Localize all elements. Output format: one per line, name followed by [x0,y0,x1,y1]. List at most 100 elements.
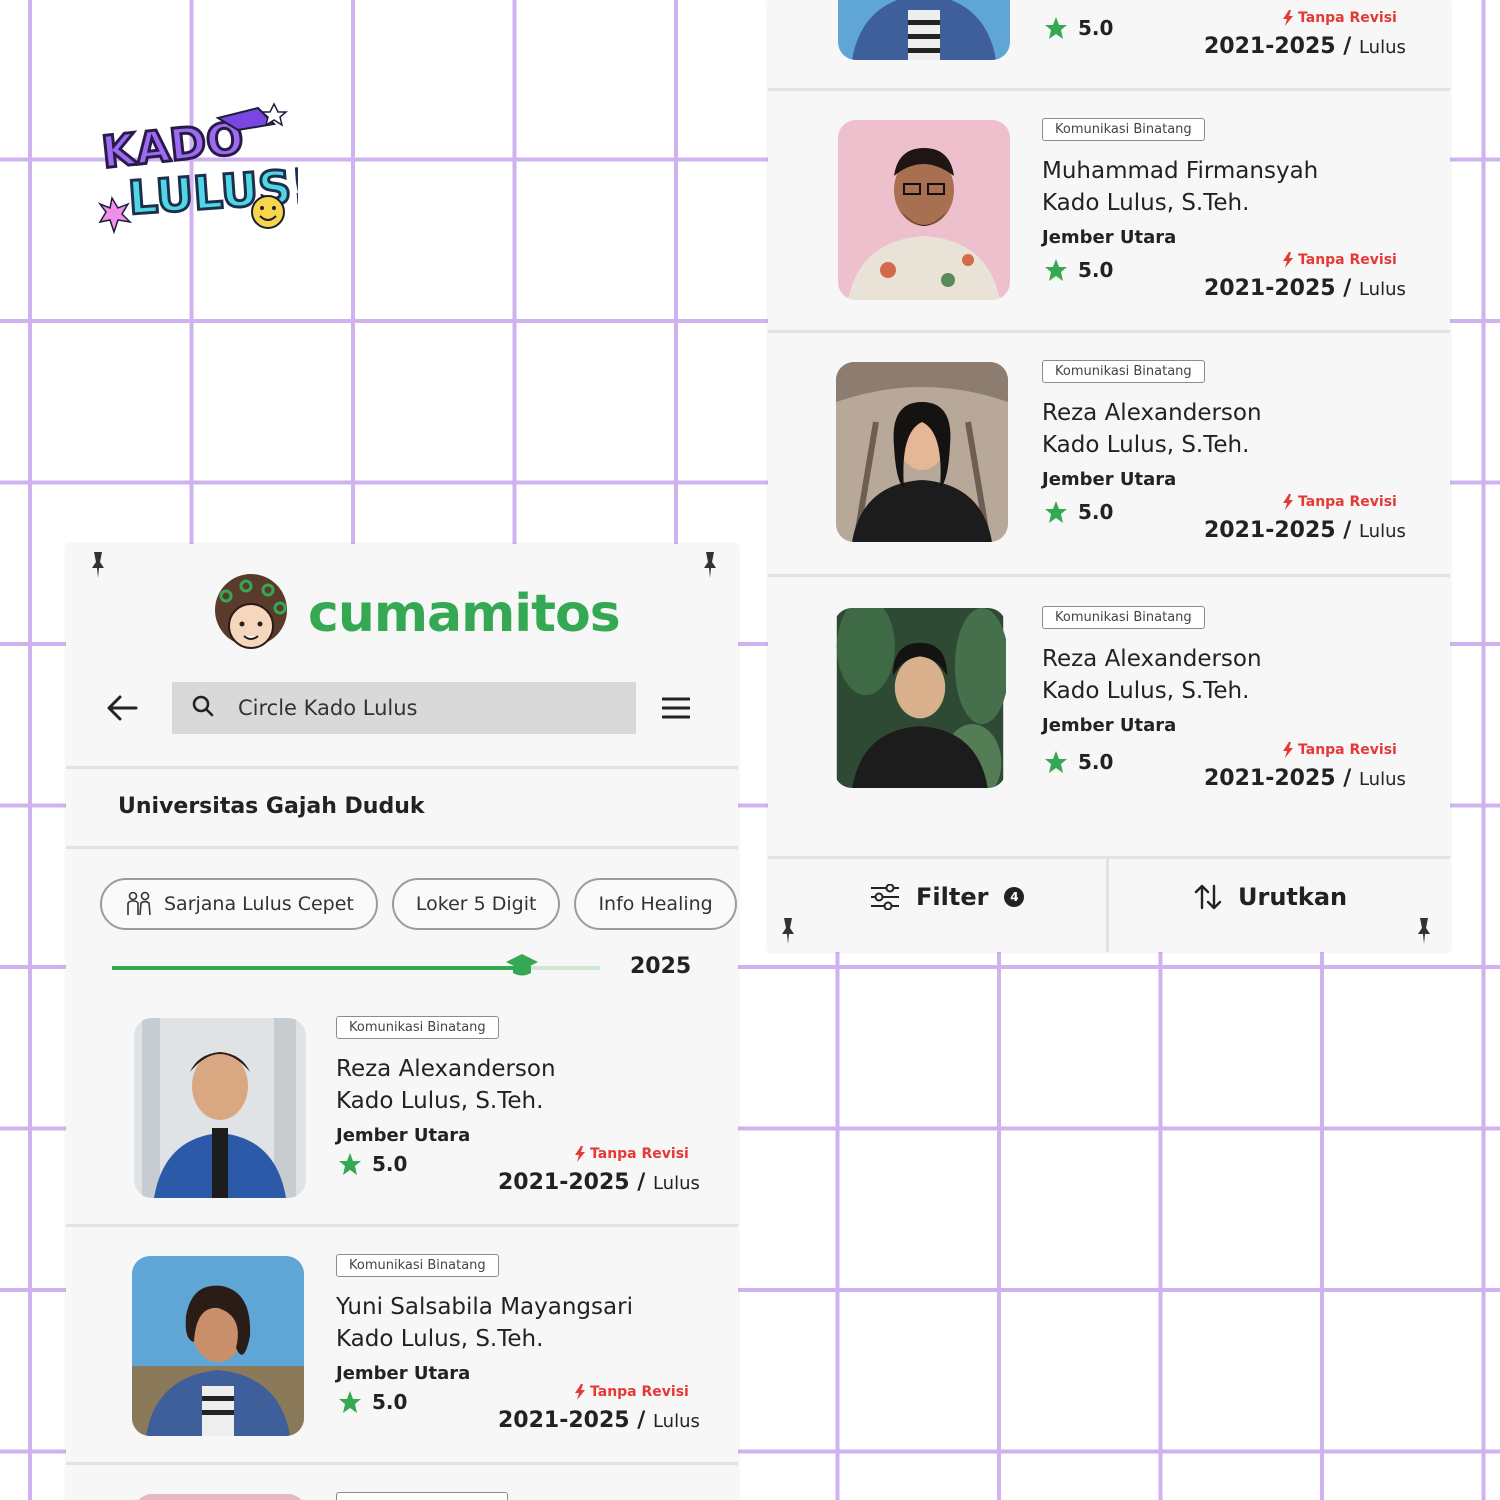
years-range: 2021-2025 [498,1170,630,1195]
graduate-photo [838,120,1010,300]
divider [66,1224,738,1227]
graduation-status: Lulus [1358,769,1406,790]
graduate-name: Muhammad Firmansyah Kado Lulus, S.Teh. [1042,158,1319,216]
arrow-left-icon[interactable] [106,688,156,728]
search-input[interactable]: Circle Kado Lulus [172,682,636,734]
study-years: 2021-2025 / Lulus [1204,34,1406,59]
graduate-location: Jember Utara [1042,715,1177,736]
university-title: Universitas Gajah Duduk [118,794,425,819]
graduate-card[interactable]: 5.0 Tanpa Revisi 2021-2025 / Lulus [768,0,1450,90]
rating-value: 5.0 [1078,500,1114,524]
graduate-card[interactable]: Komunikasi Binatang Muhammad Firmansyah K… [768,104,1450,344]
star-icon [339,1153,361,1175]
major-tag: Komunikasi Binatang [1042,118,1205,141]
graduation-status: Lulus [652,1411,700,1432]
rating: 5.0 [338,1152,407,1176]
revision-status: Tanpa Revisi [1282,494,1397,510]
study-years: 2021-2025 / Lulus [1204,276,1406,301]
lightning-icon [575,1384,585,1400]
pushpin-icon [780,916,796,944]
graduate-photo [132,1256,304,1436]
graduate-card[interactable]: Komunikasi Binatang Yuni Salsabila Mayan… [66,1242,738,1482]
graduation-status: Lulus [652,1173,700,1194]
pushpin-icon [90,550,106,578]
major-tag: Komunikasi Binatang [1042,606,1205,629]
revision-status: Tanpa Revisi [1282,252,1397,268]
graduate-card[interactable]: Komunikasi Binatang Reza Alexanderson Kad… [768,346,1450,586]
chip-loker-5-digit[interactable]: Loker 5 Digit [391,878,561,930]
lightning-icon [1283,10,1293,26]
chip-info-healing[interactable]: Info Healing [574,878,737,930]
graduate-name: Reza Alexanderson Kado Lulus, S.Teh. [1042,400,1262,458]
app-screen-right: 5.0 Tanpa Revisi 2021-2025 / Lulus Komun… [768,0,1450,952]
mascot-avatar-icon [215,574,287,649]
search-icon [192,695,214,721]
star-icon [1045,259,1067,281]
divider [768,88,1450,91]
study-years: 2021-2025 / Lulus [498,1170,700,1195]
slider-fill [112,966,522,970]
search-input-value: Circle Kado Lulus [238,696,418,720]
revision-label: Tanpa Revisi [590,1146,689,1162]
star-icon [1045,501,1067,523]
filter-button[interactable]: Filter 4 [870,883,1025,911]
divider [66,846,738,849]
graduate-location: Jember Utara [1042,227,1177,248]
revision-status: Tanpa Revisi [1282,10,1397,26]
revision-label: Tanpa Revisi [1298,252,1397,268]
rating: 5.0 [1044,750,1113,774]
divider [1106,859,1109,952]
pushpin-icon [702,550,718,578]
app-brand: cumamitos [206,574,621,654]
sort-button[interactable]: Urutkan [1194,883,1347,911]
app-name: cumamitos [308,584,621,644]
divider [768,574,1450,577]
star-icon [339,1391,361,1413]
graduate-location: Jember Utara [1042,469,1177,490]
filter-sliders-icon [871,884,899,910]
graduate-name: Reza Alexanderson Kado Lulus, S.Teh. [336,1056,556,1114]
lightning-icon [1283,252,1293,268]
filter-label: Filter [916,883,989,911]
rating-value: 5.0 [1078,258,1114,282]
filter-chips: Sarjana Lulus Cepet Loker 5 Digit Info H… [100,878,737,930]
graduate-photo [838,0,1010,60]
sort-arrows-icon [1194,884,1222,910]
slider-year-value: 2025 [630,954,692,979]
graduate-photo [836,362,1008,542]
sort-label: Urutkan [1238,883,1348,911]
revision-label: Tanpa Revisi [1298,10,1397,26]
graduate-name: Yuni Salsabila Mayangsari Kado Lulus, S.T… [336,1294,633,1352]
revision-label: Tanpa Revisi [1298,494,1397,510]
rating-value: 5.0 [372,1390,408,1414]
star-icon [1045,17,1067,39]
people-icon [127,891,151,916]
chip-label: Loker 5 Digit [415,893,537,915]
graduate-photo [134,1494,306,1500]
years-range: 2021-2025 [1204,518,1336,543]
years-range: 2021-2025 [1204,34,1336,59]
graduate-card[interactable]: Komunikasi Binatang Reza Alexanderson Kad… [768,592,1450,832]
search-row: Circle Kado Lulus [106,682,706,734]
lightning-icon [1283,494,1293,510]
year-slider[interactable]: 2025 [112,950,692,990]
graduate-card[interactable]: Komunikasi Binatang Reza Alexanderson Kad… [66,1004,738,1244]
years-range: 2021-2025 [498,1408,630,1433]
major-tag [336,1492,508,1500]
revision-label: Tanpa Revisi [1298,742,1397,758]
graduation-cap-icon[interactable] [505,950,539,982]
major-tag: Komunikasi Binatang [336,1254,499,1277]
revision-status: Tanpa Revisi [1282,742,1397,758]
bottom-action-bar: Filter 4 Urutkan [768,856,1450,952]
chip-sarjana-lulus-cepet[interactable]: Sarjana Lulus Cepet [100,878,378,930]
pushpin-icon [1416,916,1432,944]
major-tag: Komunikasi Binatang [1042,360,1205,383]
graduate-location: Jember Utara [336,1363,471,1384]
rating-value: 5.0 [1078,16,1114,40]
hamburger-menu-icon[interactable] [662,692,694,724]
study-years: 2021-2025 / Lulus [498,1408,700,1433]
app-screen-left: cumamitos Circle Kado Lulus Universitas … [66,544,738,1500]
divider [66,766,738,769]
kado-lulus-logo: KADO LULUS! [97,100,316,240]
graduate-photo [134,1018,306,1198]
